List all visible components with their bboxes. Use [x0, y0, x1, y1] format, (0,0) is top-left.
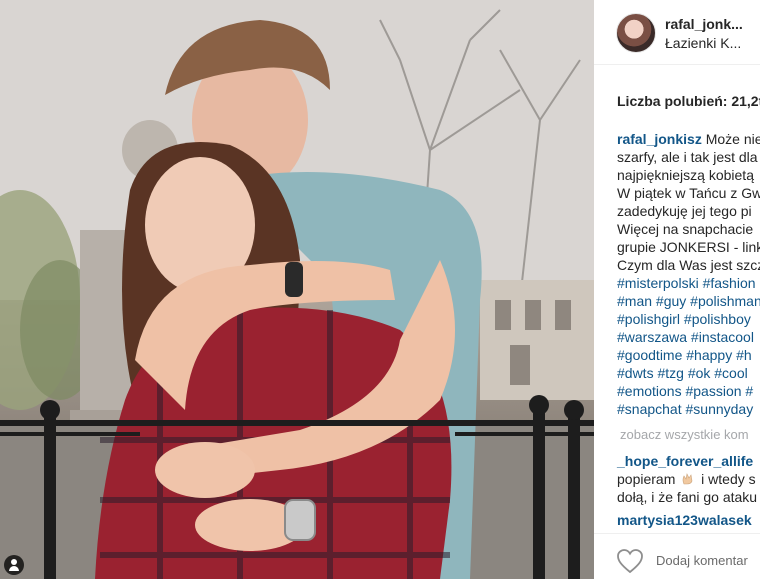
heart-outline-icon[interactable] — [616, 548, 644, 574]
caption-line: rafal_jonkisz Może nie — [617, 130, 760, 148]
clapping-hands-icon — [682, 473, 693, 485]
comment-text-line: popieram i wtedy s — [617, 470, 760, 488]
hashtag-line[interactable]: #warszawa #instacool — [617, 328, 760, 346]
hashtag-line[interactable]: #goodtime #happy #h — [617, 346, 760, 364]
comment-text: i wtedy s — [701, 471, 756, 487]
hashtag-line[interactable]: #dwts #tzg #ok #cool — [617, 364, 760, 382]
caption-line: zadedykuję jej tego pi — [617, 203, 752, 219]
username-link[interactable]: rafal_jonk... — [665, 16, 743, 32]
post-header: rafal_jonk... Łazienki K... — [594, 0, 760, 65]
caption-line: grupie JONKERSI - link — [617, 239, 760, 255]
user-tag-icon[interactable] — [4, 555, 24, 575]
next-comment-author-link[interactable]: martysia123walasek — [617, 512, 752, 528]
photo-illustration — [0, 0, 594, 579]
hashtag-line[interactable]: #polishgirl #polishboy — [617, 310, 760, 328]
caption-line: W piątek w Tańcu z Gw — [617, 185, 760, 201]
location-link[interactable]: Łazienki K... — [665, 35, 741, 51]
comment-text: popieram — [617, 471, 676, 487]
caption-line: najpiękniejszą kobietą — [617, 167, 754, 183]
post-photo[interactable] — [0, 0, 594, 579]
hashtag-line[interactable]: #man #guy #polishman — [617, 292, 760, 310]
caption-line: szarfy, ale i tak jest dla — [617, 149, 758, 165]
comment-author-link[interactable]: _hope_forever_allife — [617, 453, 753, 469]
caption-text: Może nie — [705, 131, 760, 147]
caption: rafal_jonkisz Może nie szarfy, ale i tak… — [617, 130, 760, 418]
comment: _hope_forever_allife popieram i wtedy s … — [617, 452, 760, 506]
hashtag-line[interactable]: #snapchat #sunnyday — [617, 400, 760, 418]
add-comment-input[interactable]: Dodaj komentar — [656, 553, 748, 568]
hashtag-line[interactable]: #emotions #passion # — [617, 382, 760, 400]
caption-line: Więcej na snapchacie — [617, 221, 754, 237]
comment-author-line: _hope_forever_allife — [617, 452, 760, 470]
likes-count[interactable]: Liczba polubień: 21,2t — [617, 93, 760, 109]
caption-line: Czym dla Was jest szcz — [617, 257, 760, 273]
comment-footer: Dodaj komentar — [594, 533, 760, 579]
hashtag-line[interactable]: #misterpolski #fashion — [617, 274, 760, 292]
caption-author-link[interactable]: rafal_jonkisz — [617, 131, 702, 147]
avatar[interactable] — [616, 13, 656, 53]
comment-text-line: dołą, i że fani go ataku — [617, 489, 758, 505]
view-all-comments-link[interactable]: zobacz wszystkie kom — [620, 427, 749, 442]
post-side-panel: rafal_jonk... Łazienki K... Liczba polub… — [594, 0, 760, 579]
